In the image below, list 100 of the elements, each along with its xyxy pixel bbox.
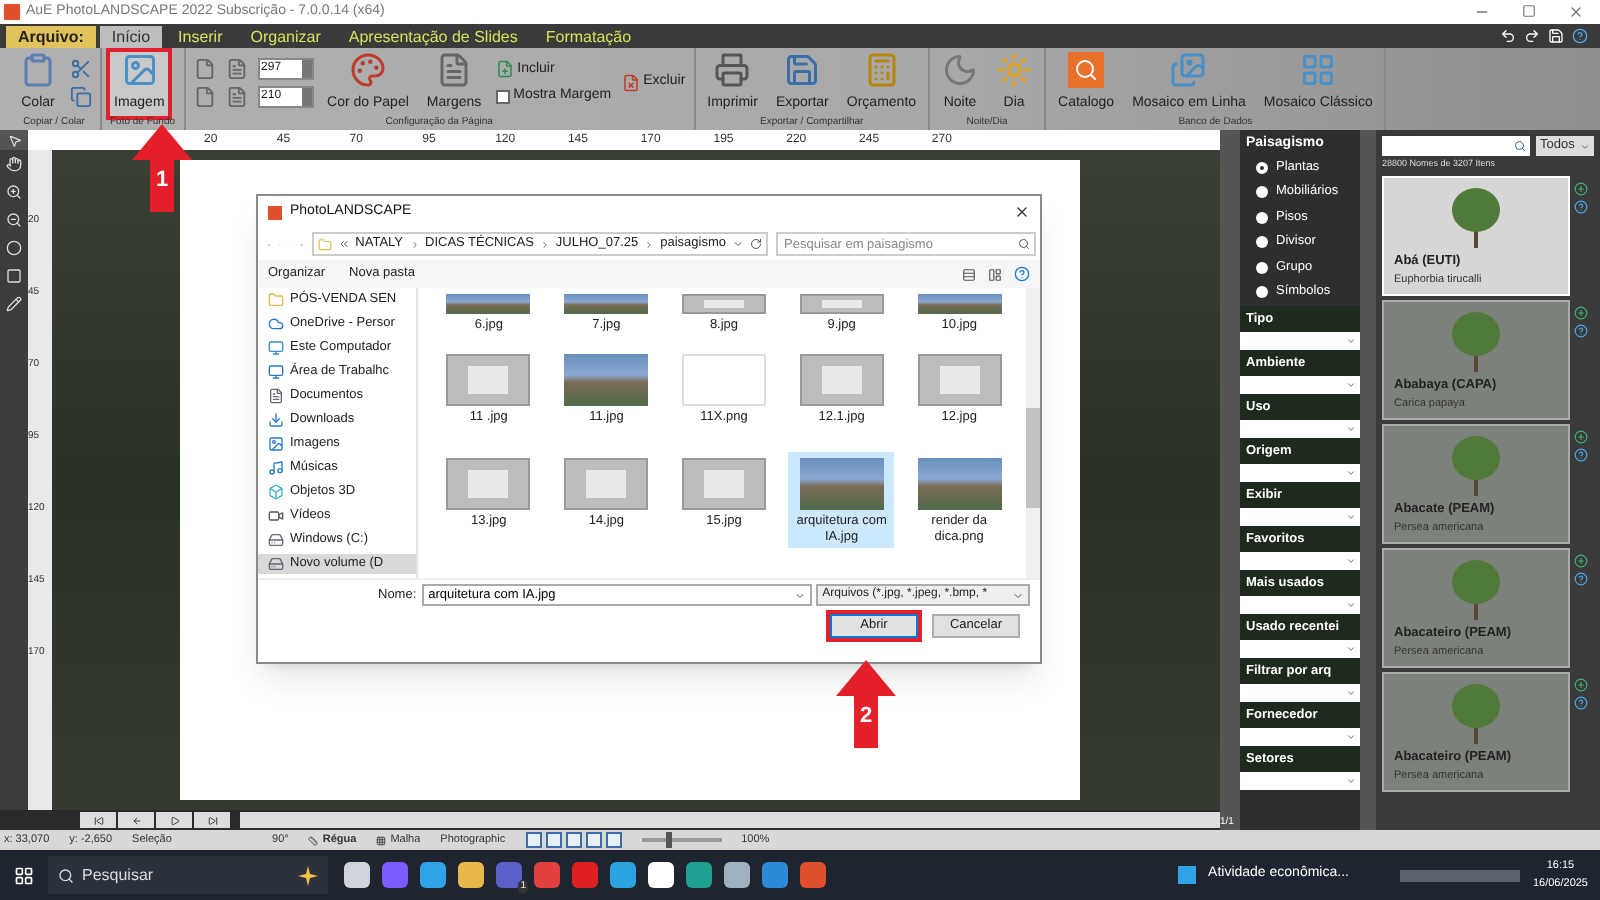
- help-icon[interactable]: [1014, 266, 1030, 282]
- square-icon[interactable]: [6, 268, 22, 284]
- caret-icon: [1346, 335, 1356, 345]
- pencil-icon[interactable]: [6, 296, 22, 312]
- page-icon: [225, 86, 248, 108]
- redo-icon[interactable]: [1524, 28, 1540, 44]
- ribbon-icon-button[interactable]: [70, 86, 92, 108]
- ribbon-icon-button[interactable]: [193, 86, 216, 108]
- page-nav-button[interactable]: [80, 812, 116, 828]
- hand-icon[interactable]: [6, 156, 22, 172]
- screenshot-thumbnail: [681, 294, 766, 314]
- news-icon[interactable]: [1178, 866, 1197, 884]
- help-icon[interactable]: [1574, 447, 1588, 462]
- help-icon[interactable]: [1574, 323, 1588, 338]
- pictures-icon: [1170, 51, 1207, 87]
- view-icon[interactable]: [962, 267, 976, 281]
- app-icon[interactable]: [458, 862, 484, 888]
- nav-arrow-icon: [169, 815, 179, 825]
- tree-drawing: [1446, 431, 1506, 496]
- screenshot-thumbnail: [799, 294, 884, 314]
- photo-placeholder: [917, 294, 1002, 314]
- caret-icon[interactable]: [732, 238, 745, 250]
- caret-icon: [1012, 589, 1024, 601]
- caret-icon: [1346, 643, 1356, 653]
- search-icon: [1514, 140, 1526, 152]
- menu-tab[interactable]: Organizar: [238, 26, 333, 48]
- zoom-thumb[interactable]: [665, 832, 672, 848]
- add-page-icon: [495, 60, 514, 79]
- menu-tab[interactable]: Inserir: [166, 26, 235, 48]
- library-search-field[interactable]: [1382, 136, 1530, 156]
- help-icon[interactable]: [1574, 571, 1588, 586]
- checkbox[interactable]: [495, 89, 510, 104]
- document-icon: [436, 51, 472, 87]
- ruler-icon: [308, 835, 319, 845]
- menu-tab[interactable]: Formatação: [533, 26, 644, 48]
- horizontal-scrollbar[interactable]: [240, 812, 1220, 828]
- screenshot-thumbnail: [917, 354, 1002, 406]
- menu-tab[interactable]: Arquivo:: [6, 26, 96, 48]
- screenshot-thumbnail: [564, 458, 649, 510]
- scrollbar[interactable]: [1026, 288, 1040, 578]
- folder-icon: [268, 292, 284, 308]
- caret-icon: [1346, 775, 1356, 785]
- tree-drawing: [1446, 679, 1506, 744]
- refresh-icon[interactable]: [750, 238, 763, 250]
- photo-placeholder: [564, 294, 649, 314]
- blank-thumbnail: [681, 354, 766, 406]
- menu-tab[interactable]: Apresentação de Slides: [336, 26, 530, 48]
- add-icon[interactable]: [1574, 181, 1588, 196]
- callout-number: 1: [155, 166, 169, 196]
- help-icon[interactable]: [1574, 695, 1588, 710]
- copy-icon: [70, 86, 92, 108]
- ribbon-icon-button[interactable]: [225, 86, 248, 108]
- page-nav-button[interactable]: [156, 812, 192, 828]
- menu-tab[interactable]: Início: [99, 26, 163, 48]
- app-icon[interactable]: [344, 862, 370, 888]
- ribbon-icon-button[interactable]: [193, 58, 216, 80]
- sparkle-icon: [298, 865, 318, 885]
- zoom-out-icon[interactable]: [6, 212, 22, 228]
- ribbon-icon-button[interactable]: [225, 58, 248, 80]
- caret-icon: [1346, 599, 1356, 609]
- zoom-in-icon[interactable]: [6, 184, 22, 200]
- close-icon[interactable]: [1014, 204, 1030, 220]
- chevron-icon: [409, 239, 419, 249]
- help-icon[interactable]: [1572, 28, 1588, 44]
- add-icon[interactable]: [1574, 677, 1588, 692]
- preview-pane-icon[interactable]: [988, 267, 1002, 281]
- ribbon-icon-button[interactable]: [70, 58, 92, 80]
- page-nav-button[interactable]: [118, 812, 154, 828]
- callout-arrow: [836, 660, 896, 748]
- moon-icon: [942, 51, 979, 87]
- tray-icons[interactable]: [1400, 869, 1521, 881]
- screenshot-thumbnail: [799, 354, 884, 406]
- caret-icon: [1580, 141, 1590, 151]
- screenshot-thumbnail: [446, 458, 531, 510]
- palette-icon: [349, 51, 386, 87]
- calculator-icon: [863, 51, 900, 87]
- help-icon[interactable]: [1574, 199, 1588, 214]
- search-placeholder: Pesquisar: [82, 863, 154, 887]
- add-icon[interactable]: [1574, 429, 1588, 444]
- catalog-icon: [1068, 51, 1105, 87]
- photo-placeholder: [564, 354, 649, 406]
- computer-icon: [268, 340, 284, 356]
- app-icon[interactable]: [648, 862, 674, 888]
- select-tool-icon[interactable]: [0, 130, 28, 150]
- taskbar-search-field[interactable]: Pesquisar: [48, 856, 328, 894]
- circle-icon[interactable]: [6, 240, 22, 256]
- caret-icon: [1346, 423, 1356, 433]
- maximize-icon[interactable]: [1522, 4, 1536, 18]
- add-icon[interactable]: [1574, 305, 1588, 320]
- screenshot-thumbnail: [446, 354, 531, 406]
- video-icon: [268, 508, 284, 524]
- page-nav-button[interactable]: [194, 812, 230, 828]
- add-icon[interactable]: [1574, 553, 1588, 568]
- clipboard-icon: [20, 51, 56, 87]
- chevron-icon: [644, 239, 655, 249]
- save-icon[interactable]: [1548, 28, 1564, 44]
- app-icon[interactable]: [724, 862, 750, 888]
- undo-icon[interactable]: [1500, 28, 1516, 44]
- filter-scrollbar[interactable]: [1360, 130, 1376, 830]
- app-logo-icon: [4, 4, 20, 20]
